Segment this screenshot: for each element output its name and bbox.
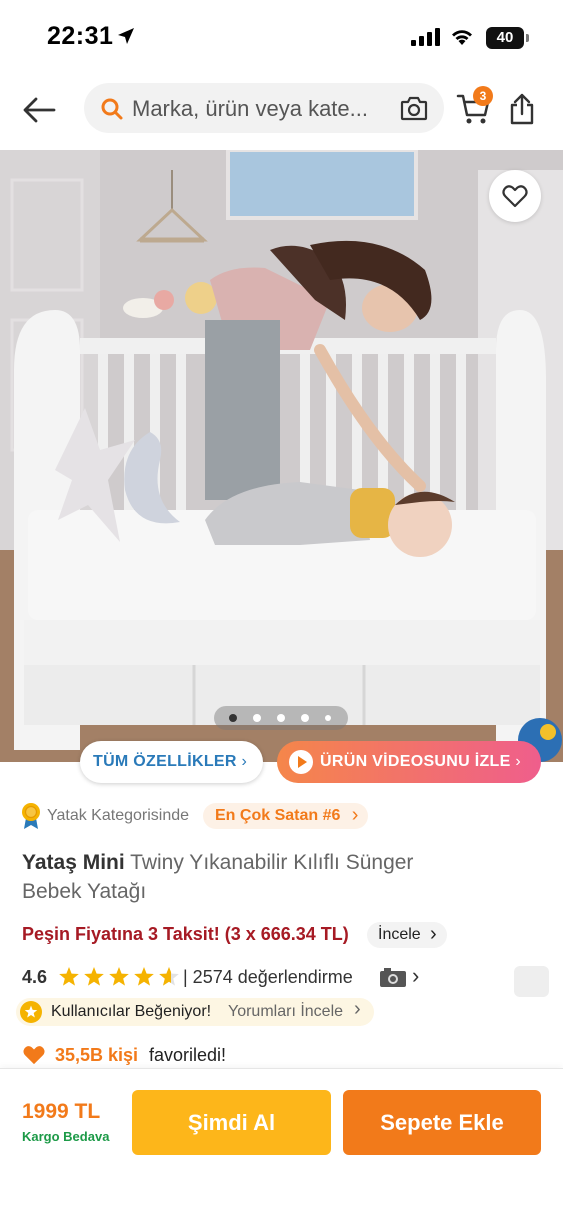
favorites-count: 35,5B kişi [55, 1045, 139, 1065]
read-reviews-link[interactable]: Yorumları İncele [228, 1003, 343, 1021]
wifi-icon [452, 30, 472, 45]
users-like-text: Kullanıcılar Beğeniyor! [51, 1003, 212, 1020]
product-title: Yataş Mini Twiny Yıkanabilir Kılıflı Sün… [22, 848, 452, 906]
battery-icon: 40 [486, 27, 529, 49]
product-photo-illustration [0, 150, 563, 762]
product-price: 1999 TL [22, 1100, 101, 1123]
back-arrow-icon[interactable] [20, 90, 60, 130]
location-arrow-icon [118, 28, 134, 44]
camera-icon[interactable] [400, 95, 428, 121]
cart-count-badge: 3 [473, 86, 493, 106]
add-to-cart-button[interactable]: Sepete Ekle [343, 1090, 541, 1155]
medal-icon [22, 803, 40, 829]
product-brand[interactable]: Yataş Mini [22, 851, 125, 874]
favorite-button[interactable] [489, 170, 541, 222]
status-time: 22:31 [47, 22, 114, 50]
all-features-button[interactable]: TÜM ÖZELLİKLER › [80, 741, 263, 783]
share-icon[interactable] [508, 92, 536, 126]
signal-icon [411, 28, 440, 46]
status-bar: 22:31 40 [0, 0, 563, 75]
play-icon [289, 750, 313, 774]
favorites-text: favoriledi! [149, 1045, 227, 1065]
star-icon [20, 1001, 42, 1023]
installment-text: Peşin Fiyatına 3 Taksit! (3 x 666.34 TL) [22, 924, 349, 944]
search-icon [101, 98, 123, 120]
search-placeholder: Marka, ürün veya kate... [132, 96, 368, 121]
product-image[interactable] [0, 150, 563, 762]
reviews-chevron-icon: › [412, 963, 420, 988]
gallery-dot[interactable] [229, 714, 237, 722]
buy-now-button[interactable]: Şimdi Al [132, 1090, 331, 1155]
category-label: Yatak Kategorisinde [47, 807, 190, 824]
review-count: | 2574 değerlendirme [183, 967, 353, 987]
rating-value: 4.6 [22, 967, 48, 987]
watch-video-label: ÜRÜN VİDEOSUNU İZLE › [320, 753, 521, 770]
category-row: Yatak Kategorisinde En Çok Satan #6 [20, 802, 550, 830]
gallery-dot[interactable] [301, 714, 309, 722]
gallery-dot[interactable] [253, 714, 261, 722]
photo-review-icon [380, 968, 406, 987]
installment-details-button[interactable]: İncele [367, 921, 447, 948]
battery-level: 40 [496, 29, 514, 46]
all-features-label: TÜM ÖZELLİKLER › [93, 753, 248, 770]
rating-row[interactable]: 4.6 | 2574 değerlendirme › [22, 963, 442, 993]
read-reviews-chevron-icon: › [354, 998, 361, 1020]
gallery-pagination [214, 706, 348, 730]
bestseller-badge[interactable]: En Çok Satan #6 [203, 802, 369, 829]
users-like-badge[interactable]: Kullanıcılar Beğeniyor! Yorumları İncele… [16, 998, 374, 1026]
heart-icon [502, 185, 528, 208]
orange-heart-icon [23, 1046, 45, 1065]
free-shipping-label: Kargo Bedava [22, 1129, 110, 1144]
rating-stars [59, 967, 179, 986]
watch-video-button[interactable]: ÜRÜN VİDEOSUNU İZLE › [277, 741, 541, 783]
search-input[interactable]: Marka, ürün veya kate... [84, 83, 444, 133]
gallery-dot[interactable] [277, 714, 285, 722]
placeholder-box [514, 966, 549, 997]
gallery-dot[interactable] [325, 715, 331, 721]
favorites-row: 35,5B kişi favoriledi! [22, 1042, 422, 1070]
